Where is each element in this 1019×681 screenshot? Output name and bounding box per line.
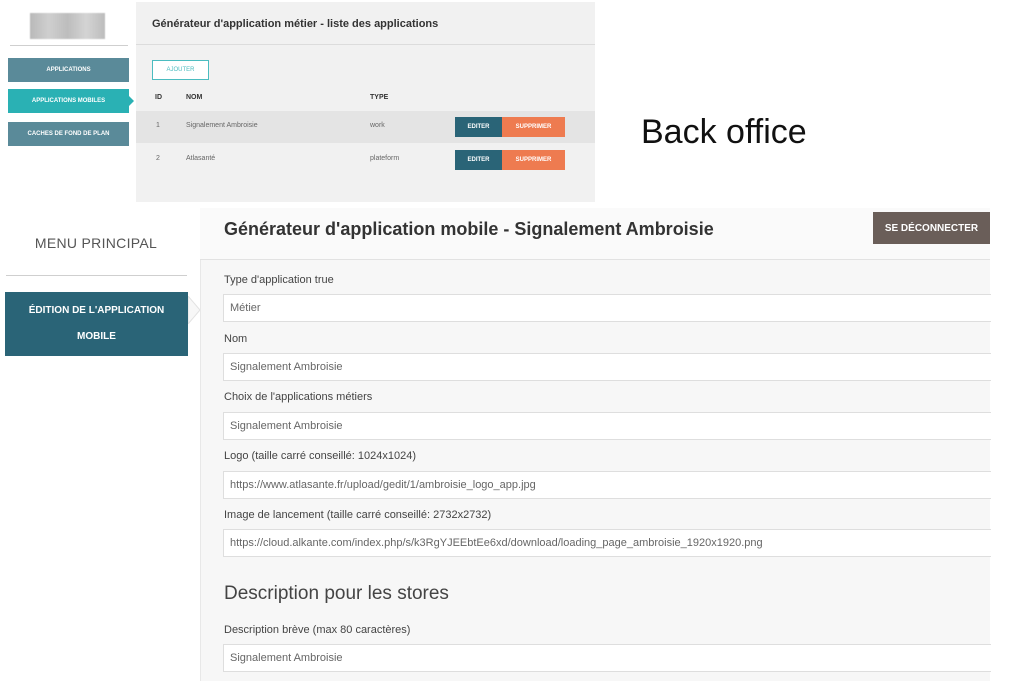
back-office-caption: Back office [641, 113, 807, 151]
field-label-image-lancement: Image de lancement (taille carré conseil… [224, 509, 492, 521]
row-name: Atlasanté [186, 155, 216, 162]
table-row: 2 Atlasanté plateform EDITER SUPPRIMER [136, 144, 595, 176]
row-id: 1 [156, 122, 160, 129]
add-button[interactable]: AJOUTER [152, 60, 209, 80]
short-description-field[interactable] [223, 644, 991, 672]
nav-caches-fond-de-plan[interactable]: CACHES DE FOND DE PLAN [8, 122, 129, 146]
menu-divider [6, 275, 187, 276]
choix-applications-field[interactable] [223, 412, 991, 440]
menu-item-label-line1: ÉDITION DE L'APPLICATION [28, 305, 165, 316]
applications-list-panel: Générateur d'application métier - liste … [136, 2, 595, 202]
logo-url-field[interactable] [223, 471, 991, 499]
menu-item-edition-application-mobile[interactable]: ÉDITION DE L'APPLICATION MOBILE [5, 292, 188, 356]
row-id: 2 [156, 155, 160, 162]
back-office-screenshot: APPLICATIONS APPLICATIONS MOBILES CACHES… [0, 0, 595, 202]
page-title: Générateur d'application métier - liste … [152, 18, 439, 30]
row-type: plateform [370, 155, 400, 162]
column-header-id: ID [155, 94, 162, 101]
title-divider [136, 44, 595, 45]
field-label-type: Type d'application true [224, 274, 334, 286]
blurred-logo [30, 13, 105, 39]
field-label-choix: Choix de l'applications métiers [224, 391, 373, 403]
field-label-logo: Logo (taille carré conseillé: 1024x1024) [224, 450, 417, 462]
field-label-nom: Nom [224, 333, 248, 345]
nom-field[interactable] [223, 353, 991, 381]
delete-button[interactable]: SUPPRIMER [502, 117, 565, 137]
type-application-field[interactable] [223, 294, 991, 322]
column-header-type: TYPE [370, 94, 389, 101]
nav-applications[interactable]: APPLICATIONS [8, 58, 129, 82]
editor-title: Générateur d'application mobile - Signal… [224, 219, 714, 239]
table-row: 1 Signalement Ambroisie work EDITER SUPP… [136, 111, 595, 143]
delete-button[interactable]: SUPPRIMER [502, 150, 565, 170]
row-name: Signalement Ambroisie [186, 122, 258, 129]
edit-button[interactable]: EDITER [455, 150, 502, 170]
launch-image-url-field[interactable] [223, 529, 991, 557]
menu-title: MENU PRINCIPAL [34, 235, 158, 251]
editor-form: Type d'application true Nom Choix de l'a… [200, 260, 991, 681]
section-title-description: Description pour les stores [224, 583, 449, 604]
sidebar-divider [10, 45, 128, 46]
field-label-description-breve: Description brève (max 80 caractères) [224, 624, 411, 636]
nav-applications-mobiles[interactable]: APPLICATIONS MOBILES [8, 89, 134, 113]
logout-button[interactable]: SE DÉCONNECTER [873, 212, 990, 244]
editor-header: Générateur d'application mobile - Signal… [200, 208, 990, 260]
row-type: work [370, 122, 385, 129]
edit-button[interactable]: EDITER [455, 117, 502, 137]
column-header-nom: NOM [186, 94, 203, 101]
menu-item-label-line2: MOBILE [77, 331, 116, 342]
